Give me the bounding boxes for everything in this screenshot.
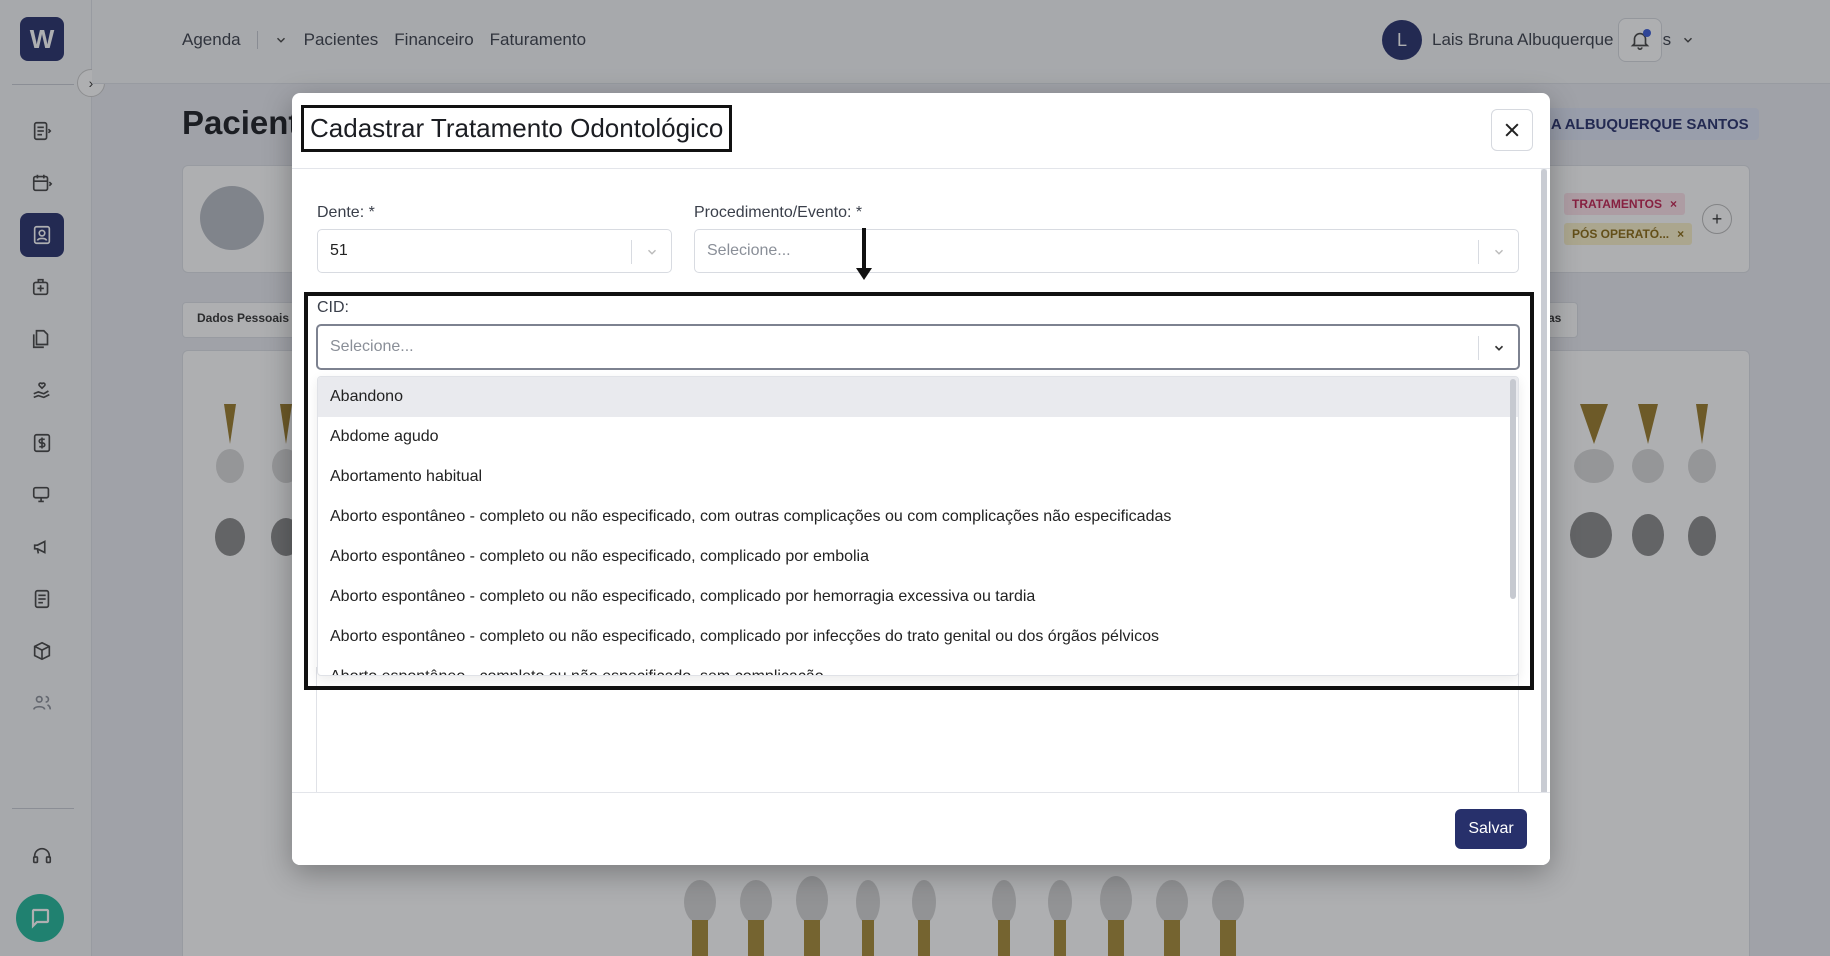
modal-scrollbar[interactable] (1541, 169, 1547, 819)
close-button[interactable] (1491, 109, 1533, 151)
procedimento-label: Procedimento/Evento: * (694, 204, 863, 221)
annotation-highlight-box (304, 292, 1534, 690)
modal-footer: Salvar (292, 792, 1550, 865)
dente-value: 51 (330, 242, 348, 259)
dente-label: Dente: * (317, 204, 375, 221)
modal-scrollbar-thumb[interactable] (1541, 169, 1547, 819)
treatment-modal: Cadastrar Tratamento Odontológico Dente:… (292, 93, 1550, 865)
modal-header: Cadastrar Tratamento Odontológico (292, 93, 1550, 169)
procedimento-placeholder: Selecione... (707, 242, 791, 259)
modal-title: Cadastrar Tratamento Odontológico (301, 105, 733, 152)
procedimento-select[interactable]: Selecione... (694, 229, 1519, 273)
chevron-down-icon[interactable] (1478, 240, 1518, 264)
annotation-arrow (862, 228, 866, 270)
dente-select[interactable]: 51 (317, 229, 672, 273)
save-button[interactable]: Salvar (1455, 809, 1527, 849)
chevron-down-icon[interactable] (631, 240, 671, 264)
annotation-arrow-head (856, 268, 872, 280)
close-icon (1505, 123, 1519, 137)
